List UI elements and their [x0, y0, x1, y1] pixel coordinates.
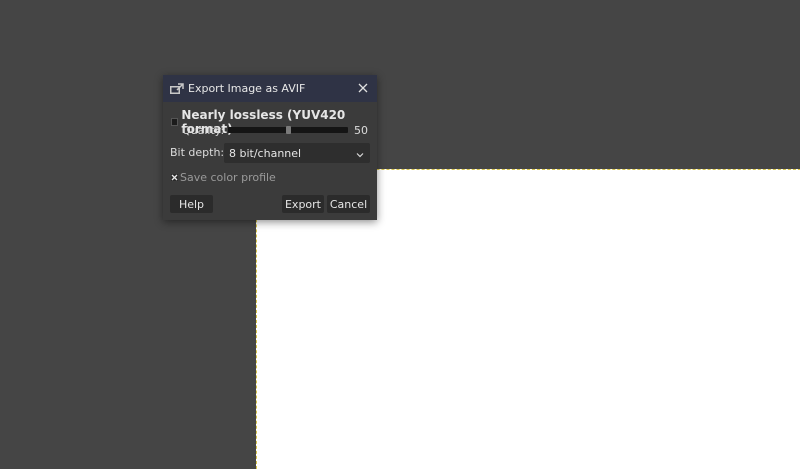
save-color-profile-checkbox[interactable] [171, 174, 178, 181]
nearly-lossless-checkbox[interactable] [171, 118, 179, 126]
bit-depth-value: 8 bit/channel [229, 146, 302, 160]
save-color-profile-label: Save color profile [180, 171, 276, 184]
dialog-titlebar[interactable]: Export Image as AVIF [163, 75, 377, 102]
quality-row: Quality: 50 [182, 124, 368, 138]
quality-value: 50 [354, 124, 368, 137]
check-icon [171, 174, 178, 181]
close-icon[interactable] [355, 80, 371, 96]
cancel-button[interactable]: Cancel [327, 195, 370, 213]
export-button[interactable]: Export [282, 195, 324, 213]
export-avif-dialog: Export Image as AVIF Nearly lossless (YU… [163, 75, 377, 220]
quality-label: Quality: [182, 124, 225, 137]
bit-depth-row: Bit depth: 8 bit/channel [170, 143, 370, 163]
save-color-profile-option[interactable]: Save color profile [171, 171, 276, 184]
bit-depth-label: Bit depth: [170, 146, 225, 159]
bit-depth-select[interactable]: 8 bit/channel [224, 143, 370, 163]
quality-slider[interactable] [228, 126, 348, 134]
help-button[interactable]: Help [170, 195, 213, 213]
quality-slider-handle[interactable] [286, 126, 291, 134]
chevron-down-icon [356, 149, 364, 158]
export-image-icon [169, 82, 185, 96]
dialog-title: Export Image as AVIF [188, 82, 306, 95]
